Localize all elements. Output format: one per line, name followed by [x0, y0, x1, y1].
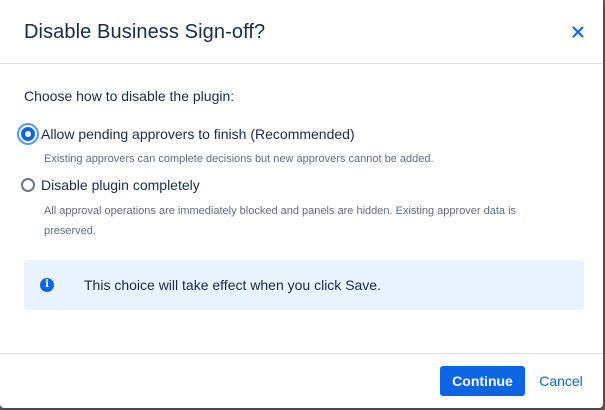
option-allow-pending[interactable]: Allow pending approvers to finish (Recom… [21, 126, 355, 142]
dialog-header: Disable Business Sign-off? [0, 0, 603, 64]
option-disable-completely-label: Disable plugin completely [41, 177, 200, 193]
continue-button[interactable]: Continue [440, 366, 525, 396]
description-line: All approval operations are immediately … [44, 205, 517, 217]
option-allow-pending-description: Existing approvers can complete decision… [44, 153, 434, 165]
option-allow-pending-label: Allow pending approvers to finish (Recom… [41, 126, 355, 142]
radio-disable-completely[interactable] [21, 178, 35, 192]
info-message: i This choice will take effect when you … [24, 260, 584, 310]
cancel-button[interactable]: Cancel [532, 366, 590, 396]
close-button[interactable] [567, 21, 589, 43]
close-icon [572, 26, 584, 38]
description-line: preserved. [44, 225, 96, 237]
option-disable-completely-description: All approval operations are immediately … [44, 201, 516, 241]
info-icon: i [40, 278, 54, 292]
radio-allow-pending[interactable] [21, 127, 35, 141]
disable-plugin-dialog: Disable Business Sign-off? Choose how to… [0, 0, 603, 408]
option-disable-completely[interactable]: Disable plugin completely [21, 177, 200, 193]
prompt-text: Choose how to disable the plugin: [24, 88, 235, 104]
info-message-text: This choice will take effect when you cl… [84, 277, 381, 293]
dialog-footer: Continue Cancel [0, 353, 603, 408]
dialog-title: Disable Business Sign-off? [24, 21, 266, 43]
